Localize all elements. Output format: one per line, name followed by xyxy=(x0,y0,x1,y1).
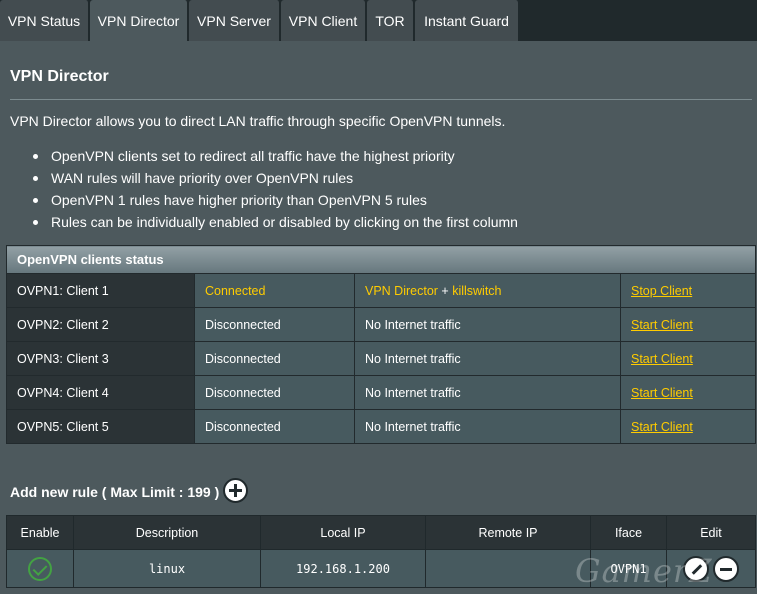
client-action-cell: Start Client xyxy=(620,307,756,342)
client-state: Disconnected xyxy=(194,409,355,444)
clients-status-table: OpenVPN clients status OVPN1: Client 1 C… xyxy=(6,245,756,444)
traffic-extra: killswitch xyxy=(452,283,502,298)
plus-circle-icon[interactable] xyxy=(223,478,249,503)
tab-bar: VPN Status VPN Director VPN Server VPN C… xyxy=(0,0,757,41)
start-client-link[interactable]: Start Client xyxy=(631,386,693,400)
rule-local-ip: 192.168.1.200 xyxy=(260,549,426,588)
table-row: linux 192.168.1.200 OVPN1 xyxy=(6,549,756,588)
table-row: OVPN5: Client 5 Disconnected No Internet… xyxy=(6,409,756,444)
client-name: OVPN3: Client 3 xyxy=(6,341,195,376)
info-item: OpenVPN 1 rules have higher priority tha… xyxy=(30,190,518,212)
rule-iface: OVPN1 xyxy=(590,549,667,588)
tab-instant-guard[interactable]: Instant Guard xyxy=(415,0,519,41)
col-header-iface: Iface xyxy=(590,515,667,550)
client-action-cell: Start Client xyxy=(620,409,756,444)
col-header-remote-ip: Remote IP xyxy=(425,515,591,550)
info-list: OpenVPN clients set to redirect all traf… xyxy=(30,146,518,234)
col-header-local-ip: Local IP xyxy=(260,515,426,550)
tab-vpn-client[interactable]: VPN Client xyxy=(281,0,366,41)
client-action-cell: Start Client xyxy=(620,341,756,376)
info-item: Rules can be individually enabled or dis… xyxy=(30,212,518,234)
traffic-mode: VPN Director xyxy=(365,283,438,298)
client-name: OVPN5: Client 5 xyxy=(6,409,195,444)
divider xyxy=(10,99,752,100)
table-row: OVPN2: Client 2 Disconnected No Internet… xyxy=(6,307,756,342)
info-item: WAN rules will have priority over OpenVP… xyxy=(30,168,518,190)
client-state: Disconnected xyxy=(194,341,355,376)
client-action-cell: Stop Client xyxy=(620,273,756,308)
rule-description: linux xyxy=(73,549,261,588)
table-row: OVPN3: Client 3 Disconnected No Internet… xyxy=(6,341,756,376)
edit-icon[interactable] xyxy=(683,555,709,582)
tab-vpn-server[interactable]: VPN Server xyxy=(189,0,280,41)
rule-remote-ip xyxy=(425,549,591,588)
client-traffic: No Internet traffic xyxy=(354,375,621,410)
client-traffic: No Internet traffic xyxy=(354,307,621,342)
add-rule-label: Add new rule ( Max Limit : 199 ) xyxy=(10,483,220,500)
delete-icon[interactable] xyxy=(713,555,739,582)
client-traffic: No Internet traffic xyxy=(354,409,621,444)
tab-vpn-status[interactable]: VPN Status xyxy=(0,0,89,41)
tab-vpn-director[interactable]: VPN Director xyxy=(90,0,188,41)
client-name: OVPN4: Client 4 xyxy=(6,375,195,410)
client-name: OVPN1: Client 1 xyxy=(6,273,195,308)
start-client-link[interactable]: Start Client xyxy=(631,352,693,366)
client-action-cell: Start Client xyxy=(620,375,756,410)
page-title: VPN Director xyxy=(10,68,109,85)
client-state: Connected xyxy=(194,273,355,308)
info-item: OpenVPN clients set to redirect all traf… xyxy=(30,146,518,168)
intro-text: VPN Director allows you to direct LAN tr… xyxy=(10,113,506,129)
stop-client-link[interactable]: Stop Client xyxy=(631,284,692,298)
col-header-edit: Edit xyxy=(666,515,756,550)
tab-tor[interactable]: TOR xyxy=(367,0,414,41)
col-header-enable: Enable xyxy=(6,515,74,550)
add-rule-section: Add new rule ( Max Limit : 199 ) xyxy=(10,478,249,504)
table-row: OVPN1: Client 1 Connected VPN Director +… xyxy=(6,273,756,308)
traffic-separator: + xyxy=(437,283,453,298)
clients-status-header: OpenVPN clients status xyxy=(6,245,756,274)
table-row: OVPN4: Client 4 Disconnected No Internet… xyxy=(6,375,756,410)
start-client-link[interactable]: Start Client xyxy=(631,420,693,434)
start-client-link[interactable]: Start Client xyxy=(631,318,693,332)
client-state: Disconnected xyxy=(194,375,355,410)
client-state: Disconnected xyxy=(194,307,355,342)
client-traffic: No Internet traffic xyxy=(354,341,621,376)
check-circle-icon[interactable] xyxy=(28,556,52,581)
rule-enable-cell[interactable] xyxy=(6,549,74,588)
client-traffic: VPN Director + killswitch xyxy=(354,273,621,308)
rule-edit-cell xyxy=(666,549,756,588)
client-name: OVPN2: Client 2 xyxy=(6,307,195,342)
col-header-description: Description xyxy=(73,515,261,550)
rules-table: Enable Description Local IP Remote IP If… xyxy=(6,515,756,588)
